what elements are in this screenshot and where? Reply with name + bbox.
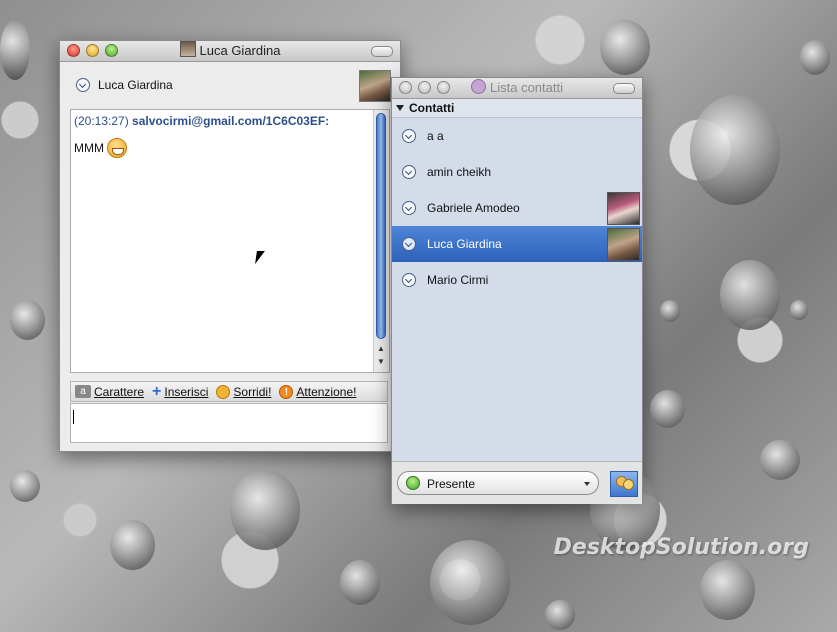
close-button[interactable]	[67, 44, 80, 57]
chevron-down-icon[interactable]	[402, 273, 416, 287]
plus-icon: +	[152, 382, 162, 400]
font-icon: a	[75, 385, 91, 398]
contact-list: Contatti a a amin cheikh Gabriele Amodeo…	[392, 99, 642, 461]
chevron-down-icon[interactable]	[76, 78, 90, 92]
chevron-down-icon[interactable]	[402, 201, 416, 215]
chat-window: Luca Giardina Luca Giardina (20:13:27) s…	[59, 40, 401, 452]
watermark: DesktopSolution.org	[553, 535, 809, 560]
scrollbar-thumb[interactable]	[376, 113, 386, 339]
smiley-icon	[216, 384, 231, 399]
status-label: Presente	[427, 477, 476, 491]
message-scrollbar[interactable]: ▲ ▼	[373, 110, 389, 372]
chat-titlebar[interactable]: Luca Giardina	[60, 41, 400, 62]
chevron-down-icon[interactable]	[402, 237, 416, 251]
contact-name: Mario Cirmi	[427, 273, 489, 287]
message-time: (20:13:27)	[74, 114, 129, 128]
status-select[interactable]: Presente	[397, 471, 599, 495]
contact-item[interactable]: Gabriele Amodeo	[392, 190, 642, 226]
contact-name: Gabriele Amodeo	[427, 201, 520, 215]
insert-button[interactable]: + Inserisci	[152, 382, 208, 400]
text-caret	[73, 410, 74, 424]
toolbar-toggle-button[interactable]	[371, 46, 393, 57]
contact-name: Luca Giardina	[427, 237, 502, 251]
minimize-button[interactable]	[86, 44, 99, 57]
scroll-down-icon[interactable]: ▼	[377, 358, 386, 366]
smile-button[interactable]: Sorridi!	[216, 384, 271, 399]
status-bar: Presente	[392, 461, 642, 504]
contact-avatar	[607, 192, 640, 225]
contacts-window-title: Lista contatti	[490, 80, 563, 95]
toolbar-toggle-button[interactable]	[613, 83, 635, 94]
app-icon	[471, 79, 486, 94]
zoom-button[interactable]	[105, 44, 118, 57]
contact-item[interactable]: Mario Cirmi	[392, 262, 642, 298]
message-history[interactable]: (20:13:27) salvocirmi@gmail.com/1C6C03EF…	[70, 109, 390, 373]
add-contact-button[interactable]	[610, 471, 638, 497]
contact-avatar-icon	[179, 41, 196, 57]
status-online-icon	[406, 476, 420, 490]
message-header: (20:13:27) salvocirmi@gmail.com/1C6C03EF…	[74, 114, 329, 128]
contact-item-selected[interactable]: Luca Giardina	[392, 226, 642, 262]
group-header[interactable]: Contatti	[392, 99, 642, 118]
warning-icon: !	[279, 384, 294, 399]
chevron-down-icon[interactable]	[402, 129, 416, 143]
font-button[interactable]: a Carattere	[75, 385, 144, 399]
message-input[interactable]	[70, 403, 388, 443]
chat-contact-name: Luca Giardina	[98, 78, 173, 92]
chevron-down-icon[interactable]	[402, 165, 416, 179]
compose-toolbar: a Carattere + Inserisci Sorridi! ! Atten…	[70, 381, 388, 402]
scroll-up-icon[interactable]: ▲	[377, 345, 386, 353]
attention-button[interactable]: ! Attenzione!	[279, 384, 356, 399]
message-text: MMM	[74, 141, 104, 155]
message-body: MMM	[74, 138, 127, 158]
contact-avatar	[359, 70, 391, 102]
contact-item[interactable]: amin cheikh	[392, 154, 642, 190]
close-button[interactable]	[399, 81, 412, 94]
chat-window-title: Luca Giardina	[199, 43, 281, 58]
contact-name: amin cheikh	[427, 165, 492, 179]
dropdown-arrow-icon	[584, 482, 590, 486]
minimize-button[interactable]	[418, 81, 431, 94]
contacts-titlebar[interactable]: Lista contatti	[392, 78, 642, 99]
contact-avatar	[607, 228, 640, 261]
contact-list-window: Lista contatti Contatti a a amin cheikh …	[391, 77, 643, 504]
message-sender: salvocirmi@gmail.com/1C6C03EF:	[132, 114, 330, 128]
zoom-button[interactable]	[437, 81, 450, 94]
contact-item[interactable]: a a	[392, 118, 642, 154]
contact-name: a a	[427, 129, 444, 143]
grin-emoticon-icon	[107, 138, 127, 158]
disclosure-triangle-icon[interactable]	[396, 105, 404, 111]
